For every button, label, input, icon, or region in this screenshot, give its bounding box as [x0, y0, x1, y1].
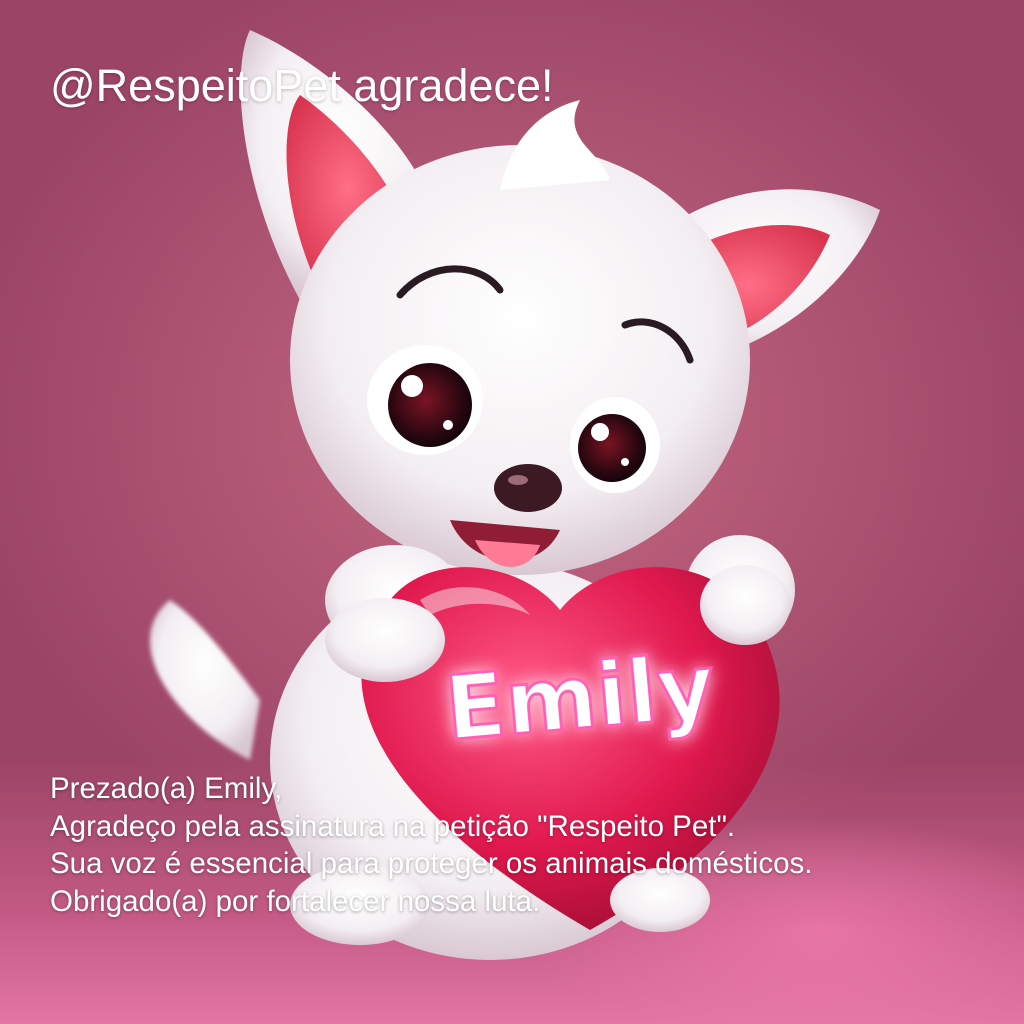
- greeting-card: Emily @RespeitoPet agradece! Prezado(a) …: [0, 0, 1024, 1024]
- message-line: Sua voz é essencial para proteger os ani…: [50, 847, 813, 880]
- page-title: @RespeitoPet agradece!: [50, 60, 554, 111]
- message-line: Obrigado(a) por fortalecer nossa luta.: [50, 884, 541, 918]
- message-line: Agradeço pela assinatura na petição "Res…: [50, 809, 736, 843]
- tail: [149, 600, 260, 760]
- right-eye: [570, 397, 660, 493]
- message-line: Prezado(a) Emily,: [50, 772, 283, 805]
- nose: [494, 464, 562, 512]
- thank-you-message: Prezado(a) Emily, Agradeço pela assinatu…: [50, 770, 990, 920]
- left-eye: [367, 345, 483, 455]
